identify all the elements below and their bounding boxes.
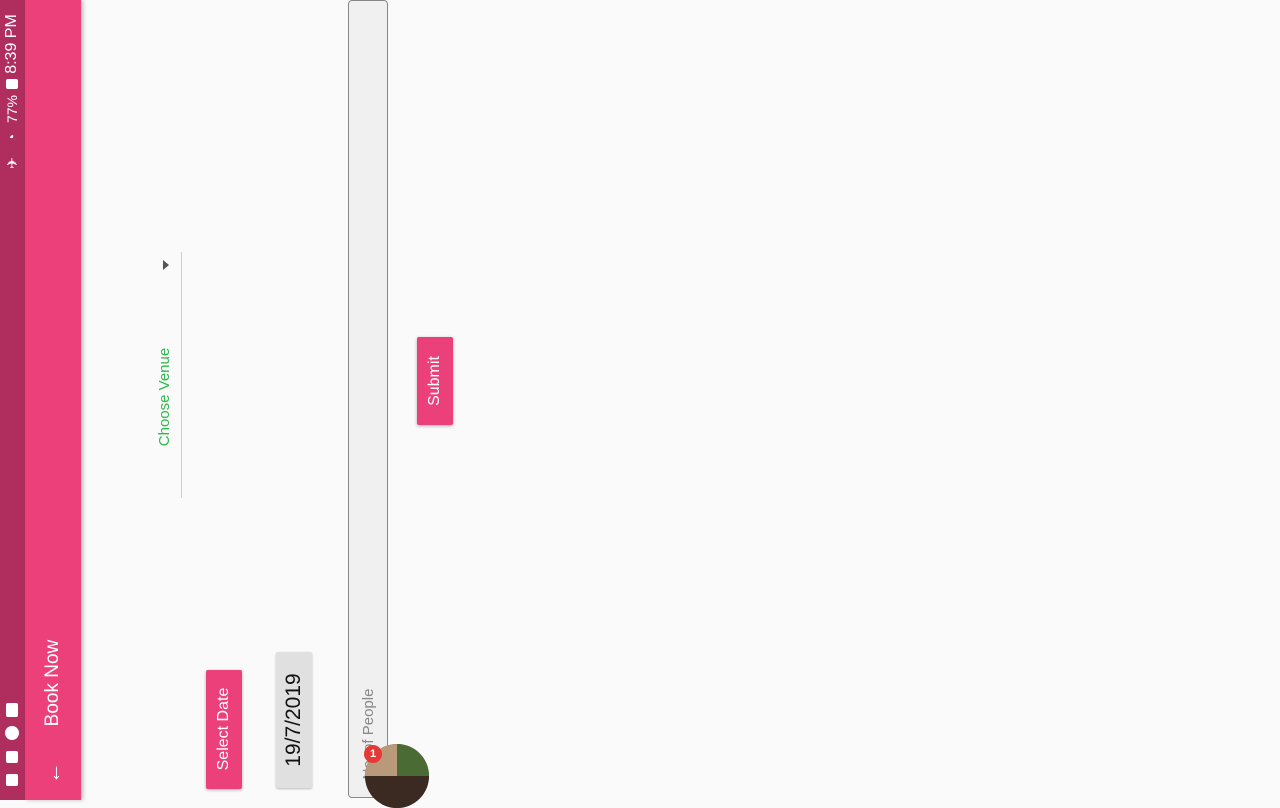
app-notification-icon (6, 774, 18, 786)
chat-head-avatar-bottom (365, 776, 429, 808)
back-arrow-icon[interactable]: ← (39, 759, 67, 787)
chat-badge-count: 1 (369, 748, 377, 760)
airplane-icon: ✈ (4, 157, 20, 169)
notification-icon (6, 79, 18, 89)
select-date-label: Select Date (215, 687, 232, 771)
select-date-button[interactable]: Select Date (206, 670, 242, 789)
chat-badge: 1 (364, 745, 382, 763)
people-count-field[interactable]: No. of People (348, 0, 388, 798)
wifi-icon: ◔ (4, 133, 20, 143)
spinner-underline (181, 252, 182, 498)
venue-label: Choose Venue (156, 347, 173, 447)
toolbar-title: Book Now (42, 639, 63, 727)
app-notification-icon (6, 751, 18, 763)
status-time: 8:39 PM (3, 14, 20, 74)
app-toolbar: Book Now ← (25, 0, 81, 800)
date-value: 19/7/2019 (282, 673, 305, 767)
date-display[interactable]: 19/7/2019 (276, 652, 312, 788)
status-bar: 8:39 PM 77% ◔ ✈ (0, 0, 25, 800)
submit-button[interactable]: Submit (417, 337, 453, 425)
dropdown-arrow-icon (163, 260, 169, 270)
messenger-icon (5, 726, 19, 740)
submit-label: Submit (426, 356, 443, 406)
chat-head-avatar-tr (397, 744, 429, 776)
venue-spinner[interactable]: Choose Venue (150, 252, 184, 498)
app-notification-icon (6, 703, 18, 717)
battery-level: 77% (4, 94, 20, 124)
